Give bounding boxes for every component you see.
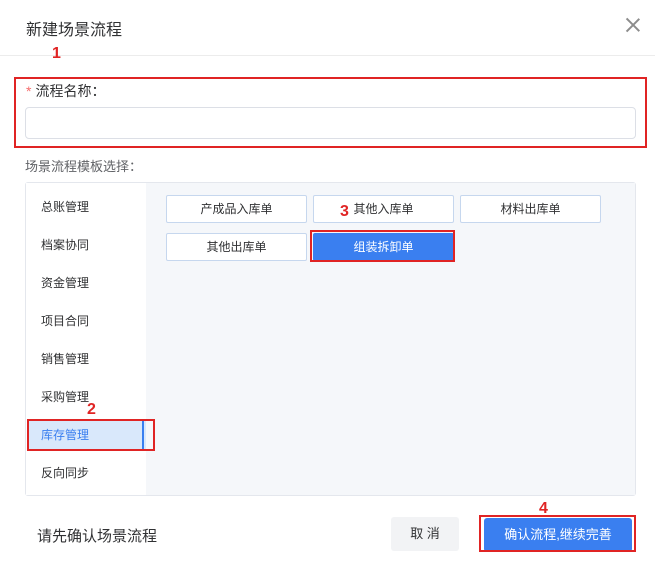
flow-name-label-text: 流程名称：	[35, 83, 106, 99]
flow-name-label: * 流程名称：	[26, 81, 105, 101]
dialog-title: 新建场景流程	[26, 22, 123, 39]
new-scene-flow-dialog: 新建场景流程 1 * 流程名称： 场景流程模板选择： 总账管理 档案协同 资金管理…	[0, 0, 655, 562]
sidebar-item-funds[interactable]: 资金管理	[28, 268, 146, 298]
required-mark: *	[26, 83, 32, 99]
template-select-label: 场景流程模板选择：	[25, 159, 143, 174]
annotation-box-assembly	[310, 230, 455, 262]
template-material-outbound[interactable]: 材料出库单	[460, 195, 601, 223]
sidebar-item-label: 总账管理	[41, 200, 90, 214]
flow-name-input[interactable]	[25, 107, 636, 139]
close-icon[interactable]	[622, 14, 644, 36]
annotation-2: 2	[87, 401, 96, 418]
sidebar-item-label: 资金管理	[41, 276, 90, 290]
sidebar-item-label: 反向同步	[41, 466, 90, 480]
annotation-1: 1	[52, 45, 61, 62]
sidebar-item-label: 项目合同	[41, 314, 90, 328]
template-finished-goods-inbound[interactable]: 产成品入库单	[166, 195, 307, 223]
sidebar-item-project-contract[interactable]: 项目合同	[28, 306, 146, 336]
sidebar-item-label: 采购管理	[41, 390, 90, 404]
sidebar-item-general-ledger[interactable]: 总账管理	[28, 192, 146, 222]
template-other-outbound[interactable]: 其他出库单	[166, 233, 307, 261]
footer-hint: 请先确认场景流程	[37, 528, 158, 545]
dialog-header: 新建场景流程	[0, 0, 655, 56]
sidebar-item-label: 档案协同	[41, 238, 90, 252]
cancel-button[interactable]: 取 消	[391, 517, 459, 551]
sidebar-item-reverse-sync[interactable]: 反向同步	[28, 458, 146, 488]
sidebar-item-sales[interactable]: 销售管理	[28, 344, 146, 374]
template-other-inbound[interactable]: 其他入库单	[313, 195, 454, 223]
annotation-box-confirm	[479, 515, 636, 552]
sidebar-item-label: 销售管理	[41, 352, 90, 366]
sidebar-item-archive-collab[interactable]: 档案协同	[28, 230, 146, 260]
annotation-3: 3	[340, 203, 349, 220]
annotation-box-inventory	[27, 419, 155, 451]
